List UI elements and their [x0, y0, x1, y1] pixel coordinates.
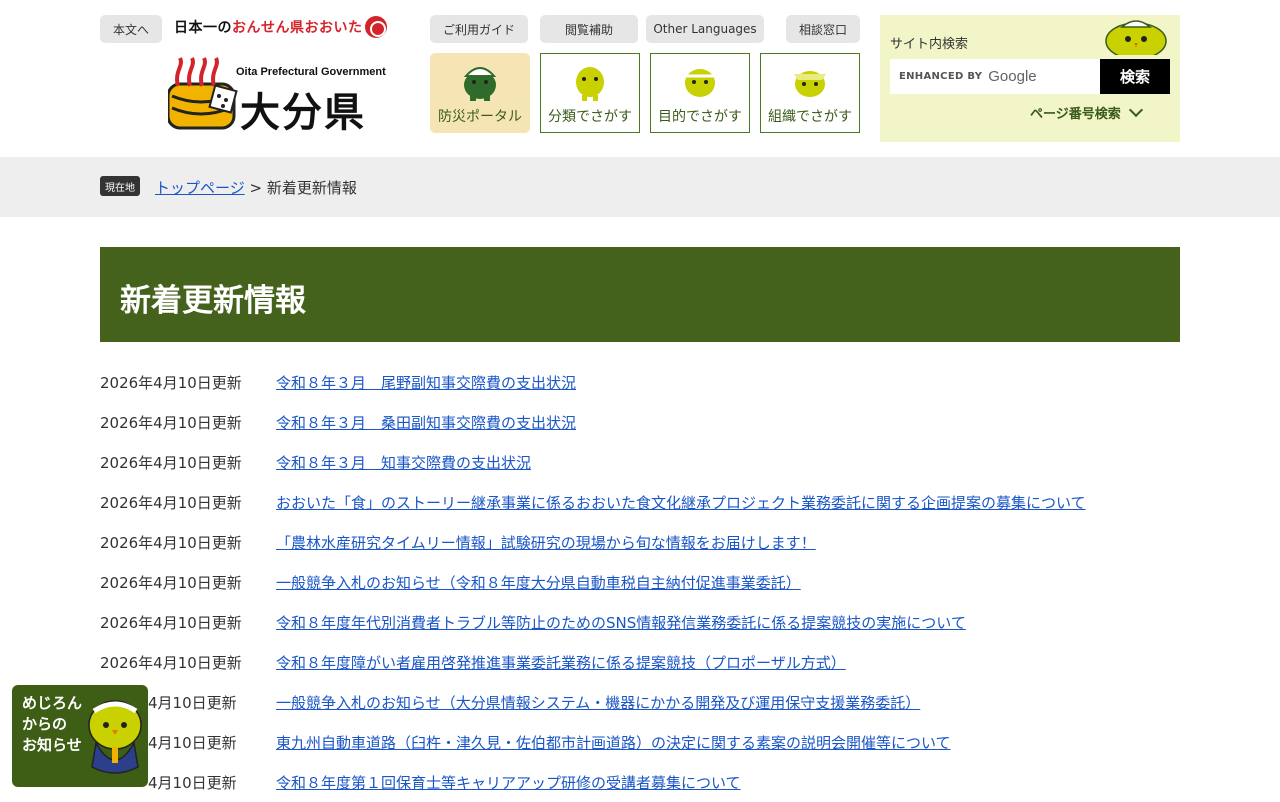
page-number-search-toggle[interactable]: ページ番号検索: [1030, 102, 1143, 122]
news-date: 2026年4月10日更新: [100, 613, 242, 632]
news-date: 2026年4月10日更新: [100, 653, 242, 672]
search-by-category-link[interactable]: 分類でさがす: [540, 53, 640, 133]
news-item: 2026年4月10日更新 令和８年３月 知事交際費の支出状況: [100, 442, 1180, 482]
google-label: Google: [988, 68, 1037, 85]
enhanced-by-label: ENHANCED BY: [899, 71, 983, 82]
breadcrumb-current: 新着更新情報: [266, 179, 357, 197]
breadcrumb-trail: トップページ > 新着更新情報: [155, 177, 357, 198]
other-languages-button[interactable]: Other Languages: [646, 15, 764, 43]
page-title-band: 新着更新情報: [100, 247, 1180, 342]
news-link[interactable]: 令和８年３月 知事交際費の支出状況: [276, 452, 531, 473]
mejiron-notice-line2: からの: [22, 715, 68, 733]
site-search-title: サイト内検索: [890, 37, 969, 52]
slogan-part2: おんせん県おおいた: [232, 20, 363, 36]
news-item: 4月10日更新 令和８年度第１回保育士等キャリアアップ研修の受講者募集について: [100, 762, 1180, 802]
news-item: 2026年4月10日更新 令和８年３月 桑田副知事交際費の支出状況: [100, 402, 1180, 442]
current-location-badge: 現在地: [100, 176, 140, 196]
search-by-purpose-label: 目的でさがす: [658, 109, 742, 125]
search-by-organization-link[interactable]: 組織でさがす: [760, 53, 860, 133]
news-link[interactable]: 令和８年３月 尾野副知事交際費の支出状況: [276, 372, 576, 393]
page-number-search-label: ページ番号検索: [1030, 107, 1121, 122]
accessibility-button[interactable]: 閲覧補助: [540, 15, 638, 43]
disaster-portal-link[interactable]: 防災ポータル: [430, 53, 530, 133]
mejiron-notice-line1: めじろん: [22, 694, 83, 712]
mejiron-purpose-icon: [685, 69, 715, 97]
slogan-part1: 日本一の: [174, 20, 232, 36]
news-date: 2026年4月10日更新: [100, 573, 242, 592]
mejiron-category-icon: [576, 67, 604, 101]
news-item: 4月10日更新 東九州自動車道路（臼杵・津久見・佐伯都市計画道路）の決定に関する素…: [100, 722, 1180, 762]
search-button[interactable]: 検索: [1100, 59, 1170, 94]
mejiron-helmet-icon: [463, 67, 497, 101]
breadcrumb-separator: >: [244, 179, 267, 197]
mejiron-notice-text: めじろん からの お知らせ: [22, 693, 82, 756]
news-item: 2026年4月10日更新 「農林水産研究タイムリー情報」試験研究の現場から旬な情報…: [100, 522, 1180, 562]
chevron-down-icon: [1128, 102, 1143, 118]
news-link[interactable]: 令和８年度第１回保育士等キャリアアップ研修の受講者募集について: [276, 772, 741, 793]
mejiron-organization-icon: [794, 71, 826, 97]
search-by-organization-label: 組織でさがす: [768, 109, 852, 125]
disaster-portal-label: 防災ポータル: [438, 109, 522, 125]
search-by-purpose-link[interactable]: 目的でさがす: [650, 53, 750, 133]
news-item: 4月10日更新 一般競争入札のお知らせ（大分県情報システム・機器にかかる開発及び運…: [100, 682, 1180, 722]
mejiron-mascot-icon: [1105, 20, 1167, 55]
user-guide-button[interactable]: ご利用ガイド: [430, 15, 528, 43]
news-date: 2026年4月10日更新: [100, 373, 242, 392]
onsen-mark-icon: [364, 16, 387, 38]
news-link[interactable]: おおいた「食」のストーリー継承事業に係るおおいた食文化継承プロジェクト業務委託に…: [276, 492, 1086, 513]
mejiron-notice-button[interactable]: めじろん からの お知らせ: [12, 685, 148, 787]
mejiron-notice-line3: お知らせ: [22, 736, 82, 754]
search-by-category-label: 分類でさがす: [548, 109, 632, 125]
news-item: 2026年4月10日更新 令和８年度障がい者雇用啓発推進事業委託業務に係る提案競技…: [100, 642, 1180, 682]
news-item: 2026年4月10日更新 令和８年３月 尾野副知事交際費の支出状況: [100, 362, 1180, 402]
page-title: 新着更新情報: [120, 283, 306, 319]
logo-english-name: Oita Prefectural Government: [236, 66, 386, 78]
consultation-button[interactable]: 相談窓口: [786, 15, 860, 43]
site-search-input[interactable]: ENHANCED BY Google: [890, 59, 1100, 94]
mejiron-mascot-icon: [88, 700, 142, 774]
site-header: 本文へ 日本一の おんせん県おおいた Oita Prefectural Gover…: [0, 0, 1280, 157]
skip-to-content-button[interactable]: 本文へ: [100, 15, 162, 43]
news-date: 2026年4月10日更新: [100, 493, 242, 512]
site-search-panel: サイト内検索 ENHANCED BY Google 検索 ページ番号検索: [880, 15, 1180, 142]
news-link[interactable]: 一般競争入札のお知らせ（大分県情報システム・機器にかかる開発及び運用保守支援業務…: [276, 692, 920, 713]
news-date: 2026年4月10日更新: [100, 453, 242, 472]
news-item: 2026年4月10日更新 令和８年度年代別消費者トラブル等防止のためのSNS情報発…: [100, 602, 1180, 642]
news-link[interactable]: 令和８年３月 桑田副知事交際費の支出状況: [276, 412, 576, 433]
news-link[interactable]: 令和８年度障がい者雇用啓発推進事業委託業務に係る提案競技（プロポーザル方式）: [276, 652, 846, 673]
news-list: 2026年4月10日更新 令和８年３月 尾野副知事交際費の支出状況 2026年4月1…: [100, 362, 1180, 802]
breadcrumb-top-link[interactable]: トップページ: [155, 179, 245, 197]
news-link[interactable]: 一般競争入札のお知らせ（令和８年度大分県自動車税自主納付促進事業委託）: [276, 572, 801, 593]
breadcrumb: 現在地 トップページ > 新着更新情報: [0, 157, 1280, 217]
news-date: 2026年4月10日更新: [100, 533, 242, 552]
news-link[interactable]: 「農林水産研究タイムリー情報」試験研究の現場から旬な情報をお届けします！: [276, 532, 816, 553]
logo-japanese-name[interactable]: 大分県: [240, 80, 366, 138]
news-item: 2026年4月10日更新 おおいた「食」のストーリー継承事業に係るおおいた食文化継…: [100, 482, 1180, 522]
news-link[interactable]: 令和８年度年代別消費者トラブル等防止のためのSNS情報発信業務委託に係る提案競技…: [276, 612, 966, 633]
slogan: 日本一の おんせん県おおいた: [174, 16, 387, 38]
news-item: 2026年4月10日更新 一般競争入札のお知らせ（令和８年度大分県自動車税自主納付…: [100, 562, 1180, 602]
news-date: 2026年4月10日更新: [100, 413, 242, 432]
news-link[interactable]: 東九州自動車道路（臼杵・津久見・佐伯都市計画道路）の決定に関する素案の説明会開催…: [276, 732, 951, 753]
